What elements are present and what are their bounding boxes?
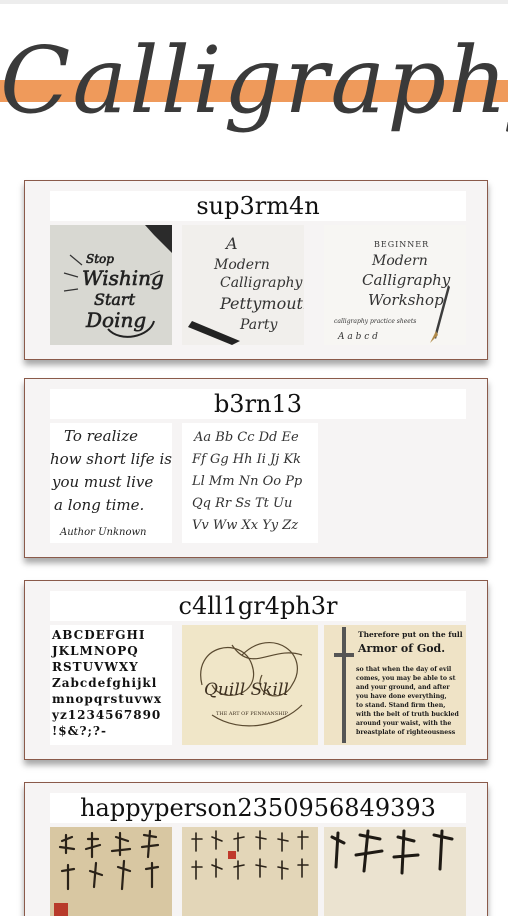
svg-text:a long time.: a long time. xyxy=(54,496,144,514)
svg-text:Doing: Doing xyxy=(85,308,146,332)
svg-text:Author Unknown: Author Unknown xyxy=(59,527,147,538)
svg-text:Wishing: Wishing xyxy=(82,266,164,290)
svg-text:A: A xyxy=(224,234,238,253)
svg-text:how short life is,: how short life is, xyxy=(50,450,172,468)
svg-text:A a b c d: A a b c d xyxy=(337,332,378,342)
svg-text:Pettymouth: Pettymouth xyxy=(219,294,304,313)
card-author[interactable]: sup3rm4n xyxy=(50,191,466,221)
card-author[interactable]: happyperson2350956849393 xyxy=(50,793,466,823)
card-author[interactable]: b3rn13 xyxy=(50,389,466,419)
svg-text:THE ART OF PENMANSHIP: THE ART OF PENMANSHIP xyxy=(216,711,289,717)
svg-text:Modern: Modern xyxy=(371,253,428,269)
gallery-card[interactable]: c4ll1gr4ph3r ABCDEFGHI JKLMNOPQ RSTUVWXY… xyxy=(24,580,488,760)
svg-text:Qq Rr Ss Tt Uu: Qq Rr Ss Tt Uu xyxy=(192,496,292,511)
card-image[interactable]: ABCDEFGHI JKLMNOPQ RSTUVWXY Zabcdefghijk… xyxy=(50,625,172,745)
svg-text:Zabcdefghijkl: Zabcdefghijkl xyxy=(52,676,157,690)
svg-text:Start: Start xyxy=(94,290,136,309)
svg-text:ABCDEFGHI: ABCDEFGHI xyxy=(51,628,146,642)
svg-text:Vv Ww Xx Yy Zz: Vv Ww Xx Yy Zz xyxy=(192,518,298,533)
card-image[interactable] xyxy=(50,827,172,916)
card-image[interactable]: Stop Wishing Start Doing xyxy=(50,225,172,345)
card-image[interactable]: A Modern Calligraphy Pettymouth Party xyxy=(182,225,304,345)
svg-text:mnopqrstuvwx: mnopqrstuvwx xyxy=(52,692,162,706)
svg-text:Modern: Modern xyxy=(213,257,270,273)
card-image[interactable]: Quill Skill THE ART OF PENMANSHIP xyxy=(182,625,318,745)
gallery-card[interactable]: sup3rm4n Stop Wishing Start Doing A Mode… xyxy=(24,180,488,360)
gallery-card[interactable]: happyperson2350956849393 xyxy=(24,782,488,916)
svg-text:you must live: you must live xyxy=(51,473,153,491)
svg-text:breastplate of righteousness: breastplate of righteousness xyxy=(356,729,456,736)
svg-text:Calligraphy: Calligraphy xyxy=(220,275,303,291)
page-header: Calligraphy xyxy=(0,4,508,174)
card-image[interactable]: Aa Bb Cc Dd Ee Ff Gg Hh Ii Jj Kk Ll Mm N… xyxy=(182,423,318,543)
svg-text:RSTUVWXY: RSTUVWXY xyxy=(52,660,139,674)
svg-text:Party: Party xyxy=(239,317,278,333)
svg-text:you have done everything,: you have done everything, xyxy=(355,693,447,700)
svg-text:comes, you may be able to st: comes, you may be able to st xyxy=(356,675,456,682)
page-title: Calligraphy xyxy=(0,27,508,134)
svg-text:Stop: Stop xyxy=(86,252,114,266)
card-image[interactable] xyxy=(324,827,466,916)
card-image[interactable] xyxy=(182,827,318,916)
card-author[interactable]: c4ll1gr4ph3r xyxy=(50,591,466,621)
svg-text:Workshop: Workshop xyxy=(368,291,444,309)
svg-text:BEGINNER: BEGINNER xyxy=(374,240,429,249)
card-image[interactable]: BEGINNER Modern Calligraphy Workshop cal… xyxy=(324,225,466,345)
svg-text:Quill Skill: Quill Skill xyxy=(204,680,289,700)
svg-text:Aa Bb Cc Dd Ee: Aa Bb Cc Dd Ee xyxy=(193,430,299,445)
svg-text:Ff Gg Hh Ii Jj Kk: Ff Gg Hh Ii Jj Kk xyxy=(191,452,301,467)
svg-text:to stand. Stand firm then,: to stand. Stand firm then, xyxy=(356,702,445,709)
svg-text:with the belt of truth buckled: with the belt of truth buckled xyxy=(355,711,459,718)
svg-text:around your waist, with the: around your waist, with the xyxy=(356,720,451,727)
svg-text:Ll Mm Nn Oo Pp: Ll Mm Nn Oo Pp xyxy=(191,474,303,489)
svg-text:!$&?;?-: !$&?;?- xyxy=(52,724,107,738)
svg-text:Armor of God.: Armor of God. xyxy=(357,642,445,655)
svg-text:Calligraphy: Calligraphy xyxy=(362,271,451,289)
svg-text:Therefore put on the full: Therefore put on the full xyxy=(358,630,463,639)
svg-text:yz1234567890: yz1234567890 xyxy=(51,708,161,722)
gallery-card[interactable]: b3rn13 To realize how short life is, you… xyxy=(24,378,488,558)
card-image[interactable]: To realize how short life is, you must l… xyxy=(50,423,172,543)
card-image[interactable]: Therefore put on the full Armor of God. … xyxy=(324,625,466,745)
svg-text:calligraphy practice sheets: calligraphy practice sheets xyxy=(334,318,416,325)
svg-text:To realize: To realize xyxy=(64,427,138,445)
svg-text:and your ground, and after: and your ground, and after xyxy=(356,684,450,691)
svg-text:so that when the day of evil: so that when the day of evil xyxy=(356,666,452,673)
svg-text:JKLMNOPQ: JKLMNOPQ xyxy=(51,644,139,658)
